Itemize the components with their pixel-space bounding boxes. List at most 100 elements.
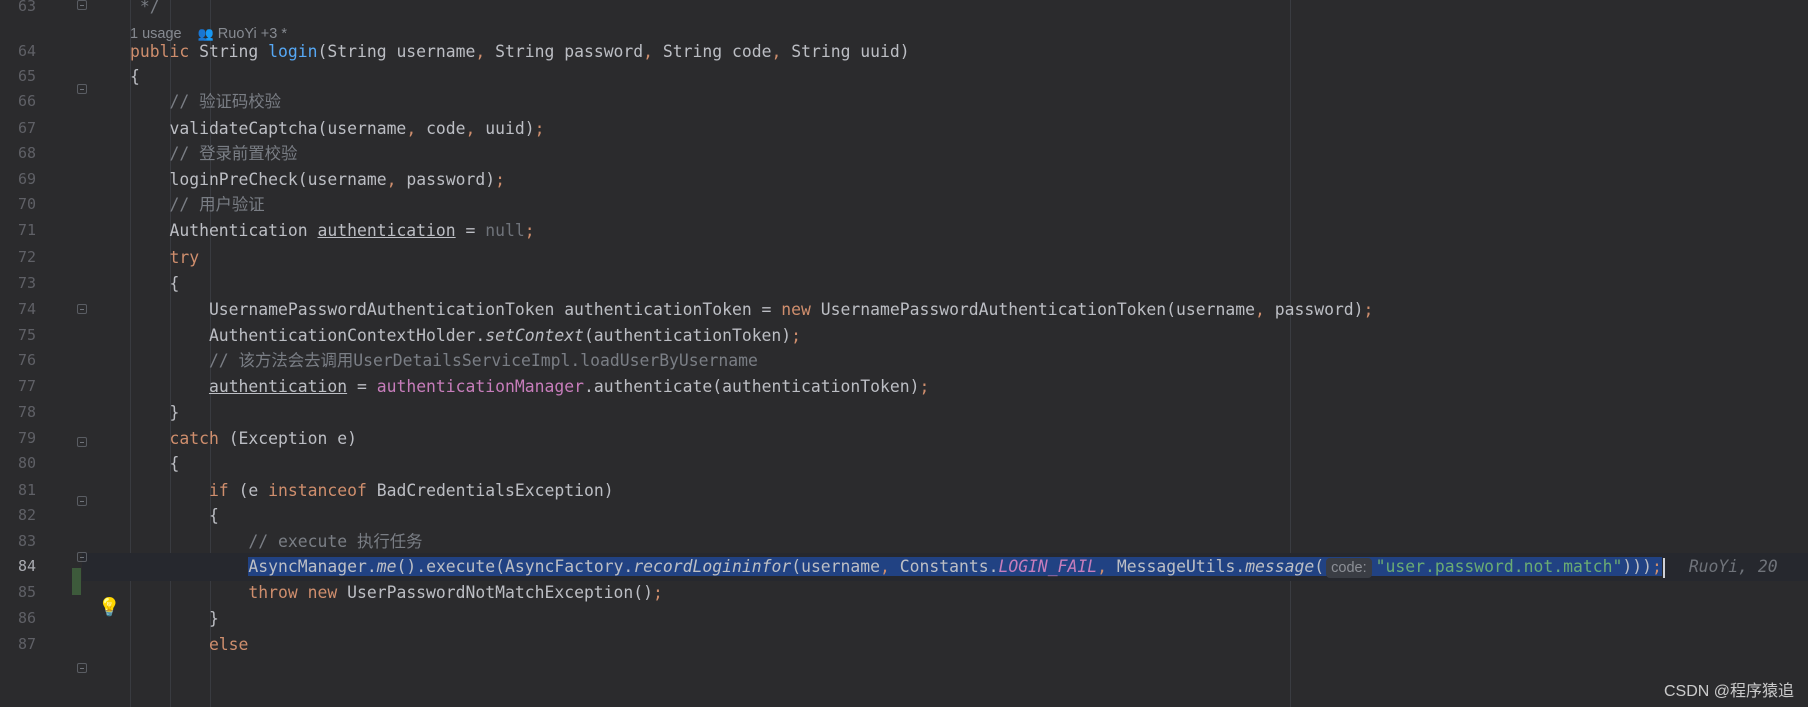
code-line[interactable]: AsyncManager.me().execute(AsyncFactory.r… xyxy=(0,553,1808,581)
code-editor[interactable]: */public String login(String username, S… xyxy=(0,0,1808,707)
fold-marker[interactable] xyxy=(77,663,87,673)
code-line[interactable]: AuthenticationContextHolder.setContext(a… xyxy=(0,322,1808,350)
code-token: ; xyxy=(791,326,802,345)
code-line[interactable]: // 验证码校验 xyxy=(0,88,1808,116)
usage-count[interactable]: 1 usage xyxy=(130,26,182,42)
code-token: (String username xyxy=(317,42,476,61)
code-text[interactable]: AuthenticationContextHolder.setContext(a… xyxy=(130,322,801,350)
code-text[interactable]: validateCaptcha(username, code, uuid); xyxy=(130,115,544,143)
code-text[interactable]: // 登录前置校验 xyxy=(130,140,297,168)
code-text[interactable]: if (e instanceof BadCredentialsException… xyxy=(130,477,614,505)
code-text[interactable]: // execute 执行任务 xyxy=(130,528,422,556)
code-text[interactable]: authentication = authenticationManager.a… xyxy=(130,373,929,401)
code-token: else xyxy=(130,635,249,654)
fold-marker[interactable] xyxy=(77,437,87,447)
line-number[interactable]: 68 xyxy=(0,140,36,168)
line-number[interactable]: 76 xyxy=(0,347,36,375)
code-line[interactable]: // 用户验证 xyxy=(0,191,1808,219)
git-blame-annotation[interactable]: RuoYi, 20 xyxy=(1689,557,1778,576)
code-text[interactable]: { xyxy=(130,450,179,478)
parameter-hint: code: xyxy=(1326,558,1372,578)
code-line[interactable]: if (e instanceof BadCredentialsException… xyxy=(0,477,1808,505)
line-number[interactable]: 72 xyxy=(0,244,36,272)
code-text[interactable]: // 验证码校验 xyxy=(130,88,281,116)
code-token: Constants. xyxy=(899,557,999,576)
line-number[interactable]: 78 xyxy=(0,399,36,427)
line-number[interactable]: 69 xyxy=(0,166,36,194)
code-text[interactable]: // 用户验证 xyxy=(130,191,264,219)
code-text[interactable]: // 该方法会去调用UserDetailsServiceImpl.loadUse… xyxy=(130,347,758,375)
code-text[interactable]: loginPreCheck(username, password); xyxy=(130,166,505,194)
code-line[interactable]: { xyxy=(0,63,1808,91)
fold-marker[interactable] xyxy=(77,84,87,94)
code-line[interactable]: } xyxy=(0,399,1808,427)
fold-marker[interactable] xyxy=(77,552,87,562)
line-number[interactable]: 87 xyxy=(0,631,36,659)
code-text[interactable]: { xyxy=(130,502,219,530)
fold-marker[interactable] xyxy=(77,0,87,10)
fold-marker[interactable] xyxy=(77,496,87,506)
code-line[interactable]: validateCaptcha(username, code, uuid); xyxy=(0,115,1808,143)
line-number[interactable]: 70 xyxy=(0,191,36,219)
code-line[interactable]: UsernamePasswordAuthenticationToken auth… xyxy=(0,296,1808,324)
vcs-change-marker[interactable] xyxy=(72,568,81,595)
code-line[interactable]: throw new UserPasswordNotMatchException(… xyxy=(0,579,1808,607)
line-number[interactable]: 66 xyxy=(0,88,36,116)
code-line[interactable]: { xyxy=(0,502,1808,530)
line-number[interactable]: 73 xyxy=(0,270,36,298)
code-text[interactable]: catch (Exception e) xyxy=(130,425,357,453)
line-number[interactable]: 86 xyxy=(0,605,36,633)
code-token: , xyxy=(771,42,792,61)
code-line[interactable]: Authentication authentication = null; xyxy=(0,217,1808,245)
code-text[interactable]: UsernamePasswordAuthenticationToken auth… xyxy=(130,296,1373,324)
line-number[interactable]: 71 xyxy=(0,217,36,245)
code-line[interactable]: // execute 执行任务 xyxy=(0,528,1808,556)
code-token: authenticationManager xyxy=(376,377,584,396)
code-text[interactable]: { xyxy=(130,270,179,298)
line-number[interactable]: 82 xyxy=(0,502,36,530)
code-token: = xyxy=(455,221,486,240)
line-number[interactable]: 74 xyxy=(0,296,36,324)
code-line[interactable]: else xyxy=(0,631,1808,659)
code-text[interactable]: } xyxy=(130,399,179,427)
code-line[interactable]: loginPreCheck(username, password); xyxy=(0,166,1808,194)
line-number[interactable]: 79 xyxy=(0,425,36,453)
code-text[interactable]: } xyxy=(130,605,219,633)
line-number[interactable]: 80 xyxy=(0,450,36,478)
code-line[interactable]: catch (Exception e) xyxy=(0,425,1808,453)
line-number[interactable]: 65 xyxy=(0,63,36,91)
code-lens[interactable]: 1 usage 👥 RuoYi +3 * xyxy=(130,20,287,47)
code-text[interactable]: Authentication authentication = null; xyxy=(130,217,534,245)
line-number[interactable]: 84 xyxy=(0,553,36,581)
line-number[interactable]: 77 xyxy=(0,373,36,401)
code-line[interactable]: // 该方法会去调用UserDetailsServiceImpl.loadUse… xyxy=(0,347,1808,375)
code-line[interactable]: */ xyxy=(0,0,1808,21)
code-text[interactable]: */ xyxy=(130,0,160,21)
line-number[interactable]: 83 xyxy=(0,528,36,556)
fold-marker[interactable] xyxy=(77,304,87,314)
lightbulb-icon[interactable]: 💡 xyxy=(98,598,120,618)
code-text[interactable]: else xyxy=(130,631,248,659)
code-text[interactable]: { xyxy=(130,63,140,91)
line-number[interactable]: 63 xyxy=(0,0,36,21)
line-number[interactable]: 75 xyxy=(0,322,36,350)
line-number[interactable]: 81 xyxy=(0,477,36,505)
code-line[interactable]: } xyxy=(0,605,1808,633)
line-number[interactable]: 67 xyxy=(0,115,36,143)
code-text[interactable]: AsyncManager.me().execute(AsyncFactory.r… xyxy=(130,553,1778,581)
editor-gutter[interactable]: 63 64 65 66 67 68 69 70 71 72 73 74 75 76 77 78 79 80 81 82… xyxy=(0,0,87,707)
authors-label[interactable]: RuoYi +3 * xyxy=(218,26,287,42)
code-token: try xyxy=(130,248,200,267)
line-number[interactable]: 85 xyxy=(0,579,36,607)
code-line[interactable]: { xyxy=(0,270,1808,298)
code-line[interactable]: try xyxy=(0,244,1808,272)
code-line[interactable]: { xyxy=(0,450,1808,478)
selection[interactable]: AsyncManager.me().execute(AsyncFactory.r… xyxy=(248,557,1662,578)
code-line[interactable]: authentication = authenticationManager.a… xyxy=(0,373,1808,401)
code-token: { xyxy=(130,67,140,86)
line-number[interactable]: 64 xyxy=(0,38,36,66)
code-text[interactable]: try xyxy=(130,244,199,272)
code-token: ( xyxy=(1314,557,1325,576)
code-line[interactable]: // 登录前置校验 xyxy=(0,140,1808,168)
code-text[interactable]: throw new UserPasswordNotMatchException(… xyxy=(130,579,663,607)
